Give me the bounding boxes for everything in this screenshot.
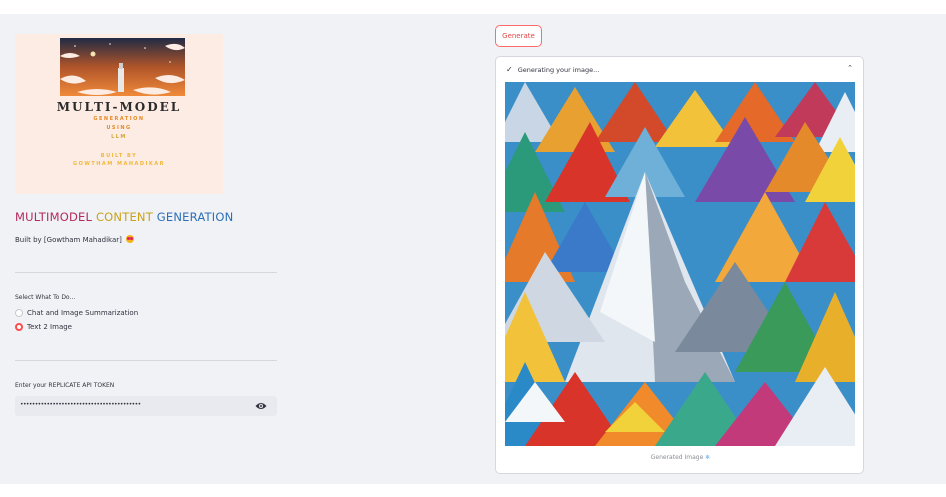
bottom-strip — [0, 484, 946, 497]
check-icon: ✓ — [506, 65, 513, 74]
task-select-label: Select What To Do... — [15, 294, 76, 301]
api-token-input[interactable]: ••••••••••••••••••••••••••••••••••••••••… — [15, 396, 277, 416]
image-caption: Generated Image ❄ — [496, 454, 865, 461]
app-title-part-1: MULTIMODEL — [15, 210, 96, 224]
snowflake-emoji-icon: ❄ — [705, 454, 711, 461]
app-title-part-2: CONTENT — [95, 210, 157, 224]
logo-line-using: USING — [106, 125, 132, 131]
app-logo: MULTI-MODEL GENERATION USING LLM BUILT B… — [15, 34, 223, 194]
radio-selected-icon[interactable] — [15, 323, 23, 331]
logo-illustration — [60, 38, 185, 96]
app-title-part-3: GENERATION — [156, 210, 234, 224]
built-by-text: Built by [Gowtham Mahadikar] — [15, 235, 135, 244]
expander-header[interactable]: ✓ Generating your image... — [506, 65, 599, 74]
api-token-label: Enter your REPLICATE API TOKEN — [15, 382, 115, 389]
logo-author: GOWTHAM MAHADIKAR — [72, 161, 166, 167]
chevron-up-icon[interactable]: ⌃ — [847, 64, 853, 72]
generated-mountain-image — [505, 82, 855, 446]
generation-status-text: Generating your image... — [517, 65, 600, 74]
app-title: MULTIMODEL CONTENT GENERATION — [15, 210, 233, 224]
logo-line-generation: GENERATION — [93, 116, 145, 122]
sidebar: MULTI-MODEL GENERATION USING LLM BUILT B… — [0, 14, 290, 484]
caption-text: Generated Image — [650, 454, 704, 461]
radio-option-label: Chat and Image Summarization — [27, 309, 139, 317]
api-token-value: ••••••••••••••••••••••••••••••••••••••••… — [20, 401, 141, 408]
generated-image — [505, 82, 855, 446]
radio-unselected-icon[interactable] — [15, 309, 23, 317]
sidebar-divider-2 — [15, 360, 277, 361]
show-password-eye-icon[interactable] — [255, 401, 267, 411]
radio-option-label: Text 2 Image — [27, 323, 72, 331]
sidebar-divider-1 — [15, 272, 277, 273]
generate-button[interactable]: Generate — [495, 25, 542, 47]
top-strip — [0, 0, 946, 14]
logo-title: MULTI-MODEL — [56, 100, 182, 114]
radio-option-text2image[interactable]: Text 2 Image — [15, 323, 72, 331]
heart-eyes-emoji-icon — [126, 235, 135, 243]
logo-built-by: BUILT BY — [100, 153, 138, 159]
generation-status-expander[interactable]: ✓ Generating your image... ⌃ Generated I… — [495, 56, 864, 474]
radio-option-chat-summarization[interactable]: Chat and Image Summarization — [15, 309, 138, 317]
built-by-label: Built by [Gowtham Mahadikar] — [15, 236, 122, 244]
main-content: Generate ✓ Generating your image... ⌃ Ge… — [290, 14, 946, 484]
logo-line-llm: LLM — [111, 134, 127, 140]
